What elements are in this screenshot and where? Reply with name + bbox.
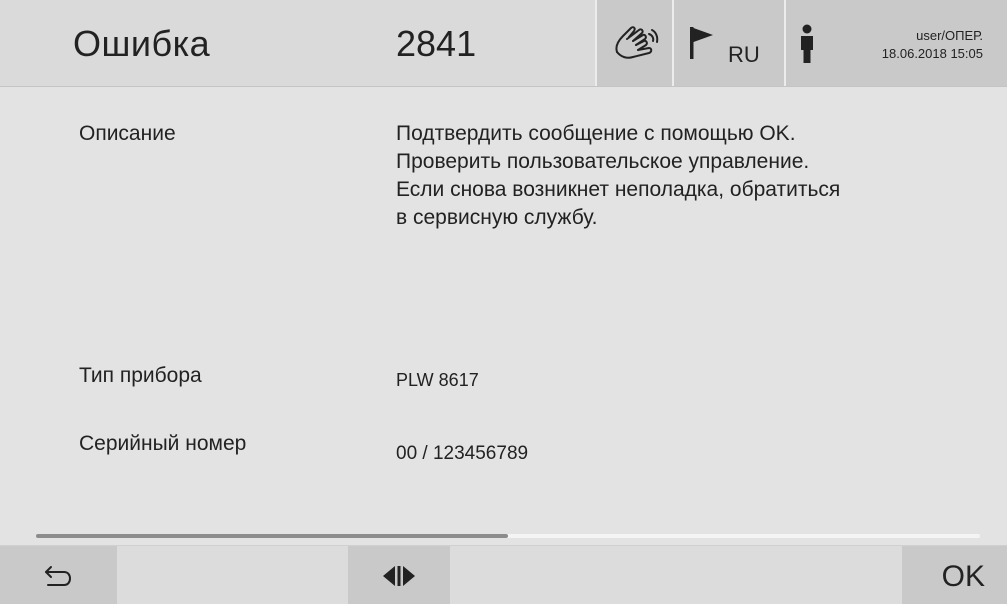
- user-name: user/ОПЕР.: [916, 28, 983, 43]
- description-label: Описание: [79, 122, 176, 145]
- serial-number-label: Серийный номер: [79, 432, 247, 455]
- description-line: Если снова возникнет неполадка, обратить…: [396, 178, 841, 201]
- device-type-value: PLW 8617: [396, 370, 479, 390]
- scroll-progress-bar: [36, 534, 980, 538]
- ok-label: OK: [941, 560, 985, 593]
- user-button[interactable]: user/ОПЕР. 18.06.2018 15:05: [784, 0, 1007, 86]
- touch-lock-button[interactable]: [595, 0, 672, 86]
- page-title: Ошибка: [73, 23, 211, 64]
- footer-bar: OK: [0, 545, 1007, 604]
- description-text: Подтвердить сообщение с помощью OK. Пров…: [396, 120, 956, 232]
- header-bar: Ошибка 2841 RU user/ОПЕР. 18.06.2018 15:…: [0, 0, 1007, 87]
- language-button[interactable]: RU: [672, 0, 784, 86]
- person-icon: [801, 24, 813, 63]
- description-line: в сервисную службу.: [396, 206, 598, 229]
- description-line: Подтвердить сообщение с помощью OK.: [396, 122, 796, 145]
- date-time: 18.06.2018 15:05: [881, 46, 983, 61]
- error-screen: Ошибка 2841 RU user/ОПЕР. 18.06.2018 15:…: [0, 0, 1007, 604]
- back-arrow-icon: [45, 566, 71, 586]
- flag-icon: [690, 27, 713, 59]
- serial-number-value: 00 / 123456789: [396, 443, 529, 464]
- scroll-progress-fill: [36, 534, 508, 538]
- scroll-left-right-icon: [383, 566, 415, 586]
- scroll-left-right-button[interactable]: [348, 546, 450, 604]
- touch-hand-icon: [615, 26, 659, 59]
- error-code: 2841: [396, 23, 477, 64]
- language-label: RU: [728, 42, 760, 67]
- device-type-label: Тип прибора: [79, 364, 202, 387]
- back-button[interactable]: [0, 546, 117, 604]
- ok-button[interactable]: OK: [902, 546, 1007, 604]
- description-line: Проверить пользовательское управление.: [396, 150, 810, 173]
